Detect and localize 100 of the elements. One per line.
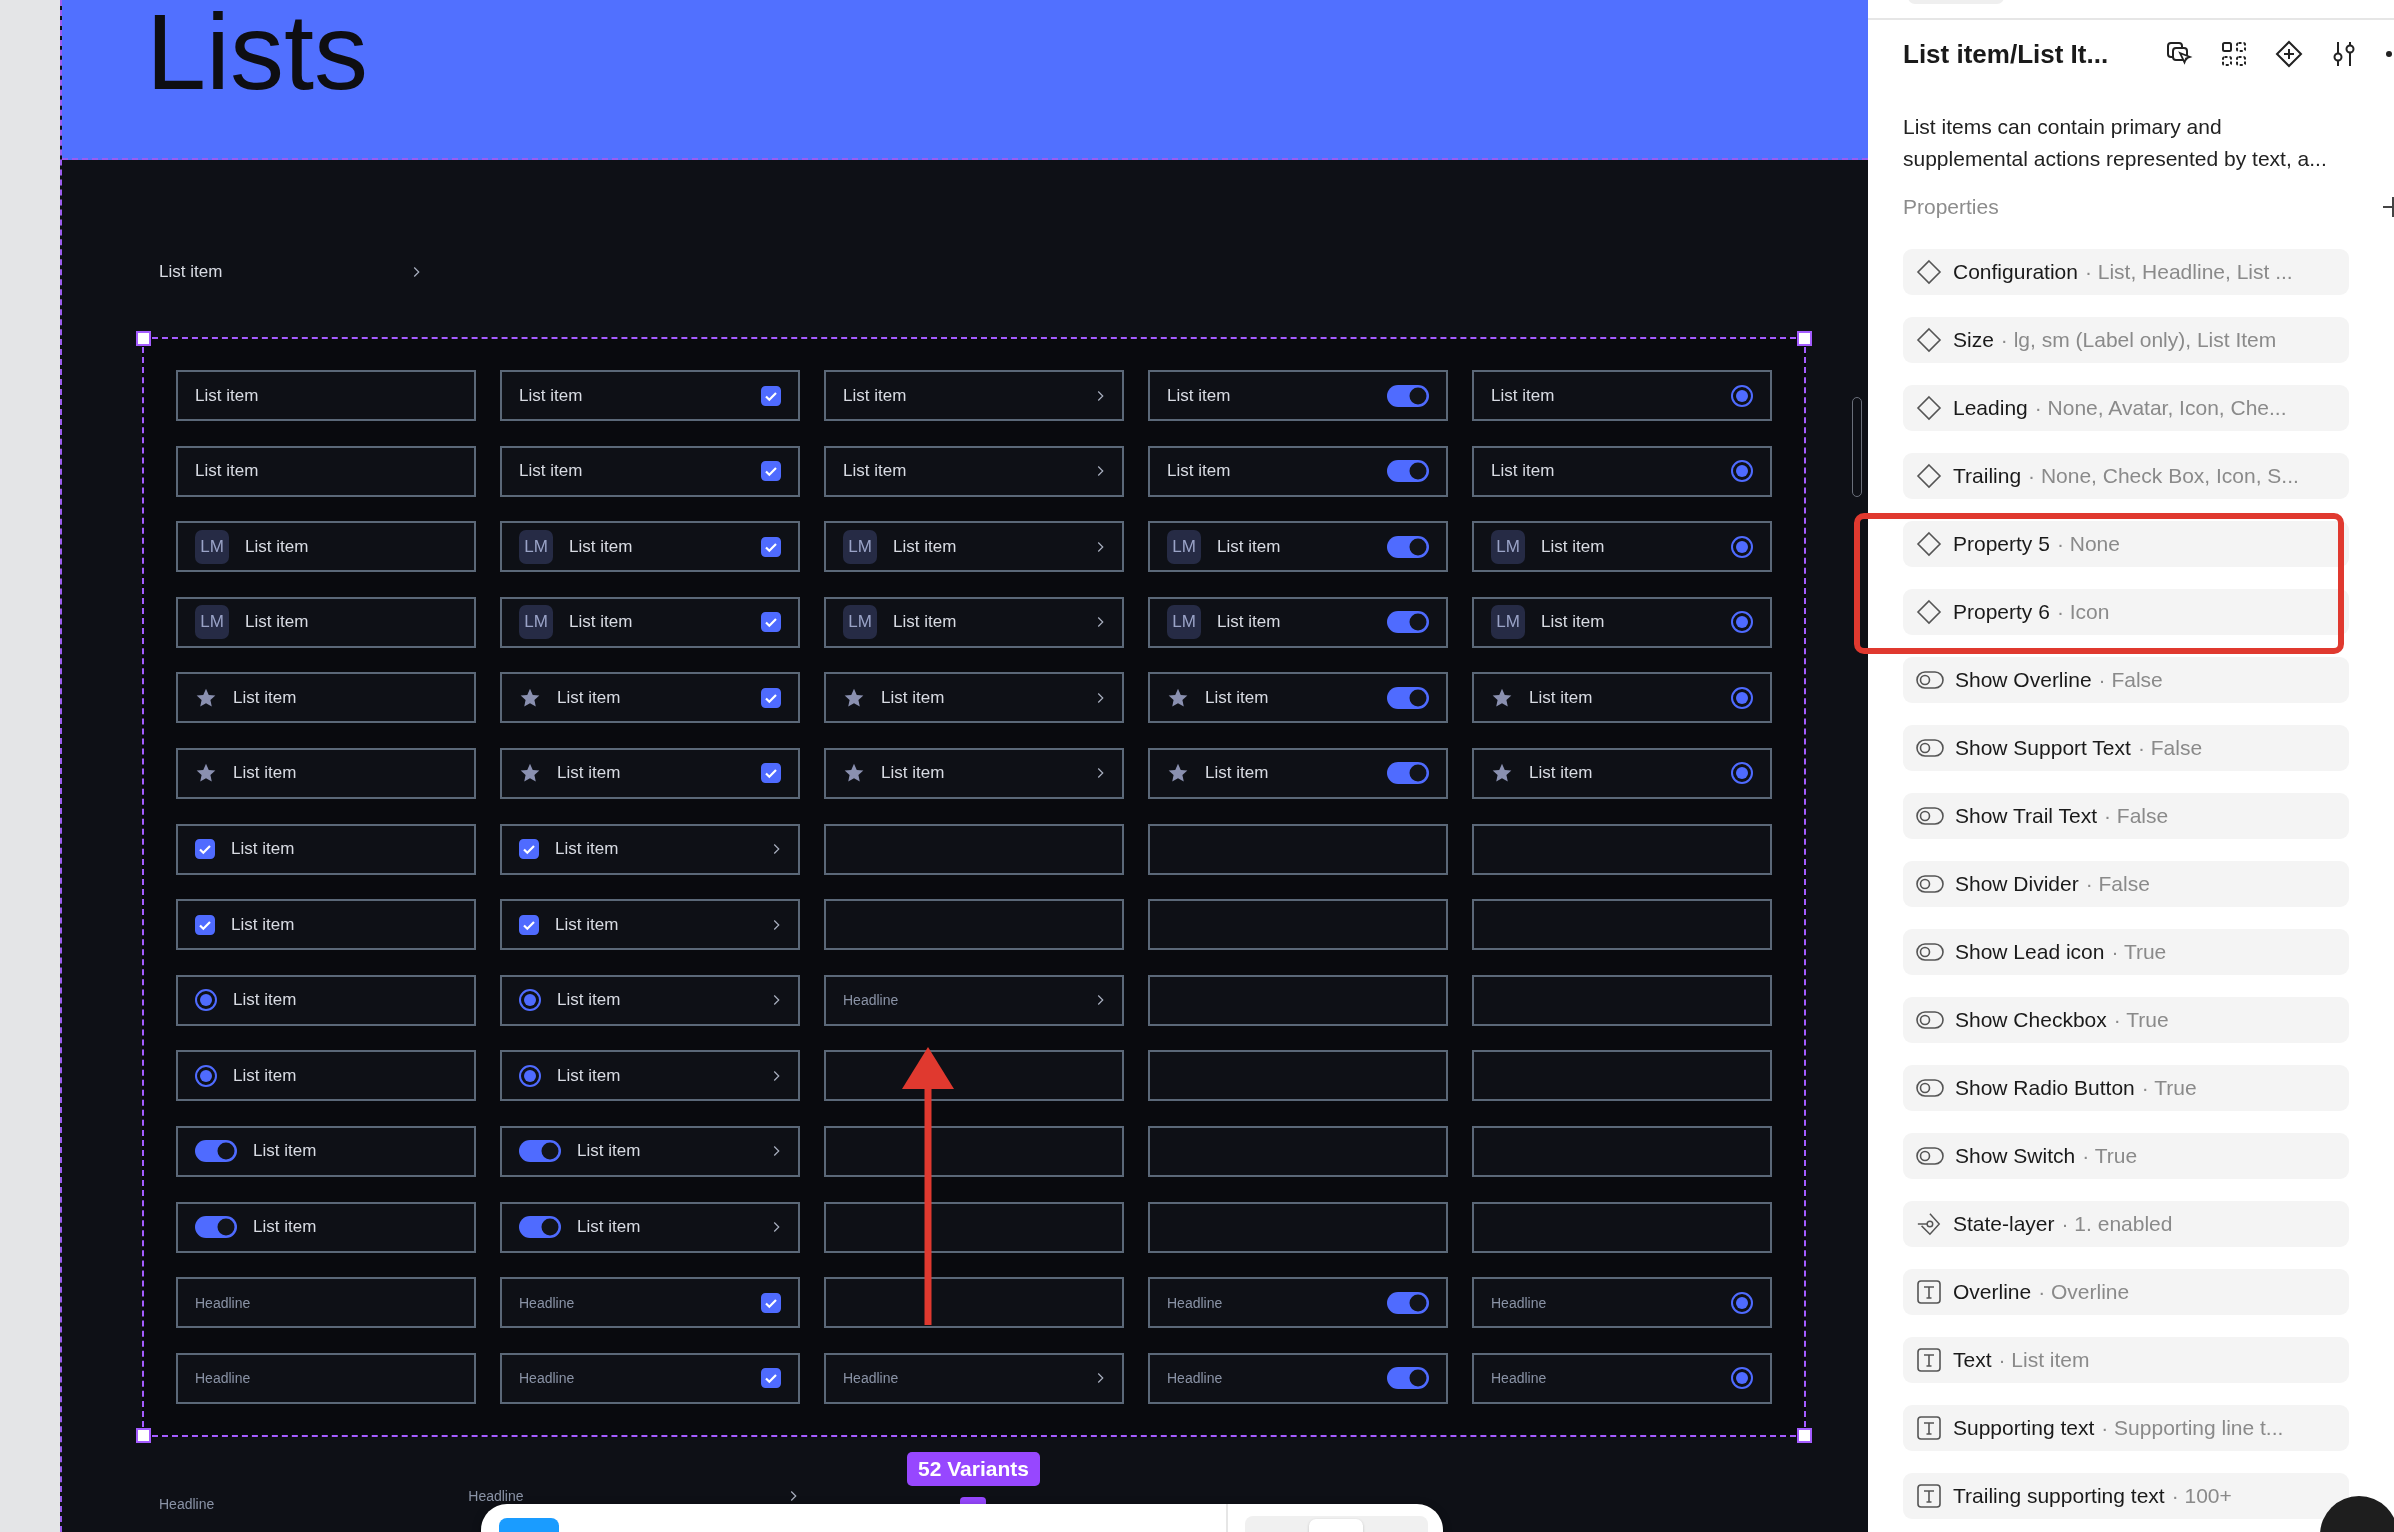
property-value: · True <box>2113 1008 2169 1032</box>
list-item-label: List item <box>843 461 907 482</box>
property-row[interactable]: Size · lg, sm (Label only), List Item <box>1903 317 2349 363</box>
property-row[interactable]: Show Radio Button · True <box>1903 1065 2349 1111</box>
list-item-label: List item <box>231 914 295 935</box>
property-name: Property 5 <box>1953 532 2050 556</box>
list-item-label: List item <box>245 612 309 633</box>
property-value: · None, Avatar, Icon, Che... <box>2034 396 2287 420</box>
list-item-label: List item <box>1529 687 1593 708</box>
list-item-label: List item <box>577 1141 641 1162</box>
list-item-label: List item <box>519 461 583 482</box>
avatar: LM <box>1167 529 1201 564</box>
component-title: List item/List It... <box>1903 38 2110 70</box>
list-item-label: List item <box>159 262 223 282</box>
list-item-label: List item <box>245 536 309 557</box>
avatar: LM <box>1491 529 1525 564</box>
property-row[interactable]: Trailing · None, Check Box, Icon, S... <box>1903 453 2349 499</box>
list-item-label: List item <box>577 1217 641 1238</box>
avatar: LM <box>519 605 553 640</box>
property-row[interactable]: Supporting text · Supporting line t... <box>1903 1405 2349 1451</box>
list-item-label: Headline <box>1491 1294 1547 1311</box>
property-row[interactable]: Leading · None, Avatar, Icon, Che... <box>1903 385 2349 431</box>
list-item-label: Headline <box>519 1294 575 1311</box>
list-item-label: Headline <box>159 1496 215 1512</box>
page-title: Lists <box>146 2 369 102</box>
list-item-label: List item <box>1491 461 1555 482</box>
property-row[interactable]: Property 6 · Icon <box>1903 589 2349 635</box>
list-item-label: List item <box>881 687 945 708</box>
list-item-label: List item <box>233 990 297 1011</box>
avatar: LM <box>843 529 877 564</box>
property-name: Show Switch <box>1955 1144 2076 1168</box>
property-value: · 100+ <box>2171 1484 2232 1508</box>
property-name: Property 6 <box>1953 600 2050 624</box>
property-row[interactable]: State-layer · 1. enabled <box>1903 1201 2349 1247</box>
list-item-label: List item <box>253 1217 317 1238</box>
list-item-label: List item <box>233 763 297 784</box>
property-row[interactable]: Show Support Text · False <box>1903 725 2349 771</box>
property-name: Leading <box>1953 396 2028 420</box>
property-row[interactable]: Show Divider · False <box>1903 861 2349 907</box>
list-item-label: List item <box>1217 536 1281 557</box>
property-value: · List, Headline, List ... <box>2084 260 2293 284</box>
property-name: Show Radio Button <box>1955 1076 2135 1100</box>
property-row[interactable]: Property 5 · None <box>1903 521 2349 567</box>
list-item-label: List item <box>233 1065 297 1086</box>
list-item-label: Headline <box>843 992 899 1009</box>
list-item-label: List item <box>555 839 619 860</box>
list-item-label: List item <box>569 612 633 633</box>
list-item-label: List item <box>1167 385 1231 406</box>
property-row[interactable]: Show Trail Text · False <box>1903 793 2349 839</box>
property-name: Show Divider <box>1955 872 2079 896</box>
property-name: Trailing <box>1953 464 2022 488</box>
property-name: Show Support Text <box>1955 736 2131 760</box>
property-row[interactable]: Overline · Overline <box>1903 1269 2349 1315</box>
property-value: · Icon <box>2056 600 2110 624</box>
list-item-label: Headline <box>468 1488 524 1504</box>
list-item-label: List item <box>881 763 945 784</box>
property-row[interactable]: Text · List item <box>1903 1337 2349 1383</box>
list-item-label: List item <box>195 461 259 482</box>
property-row[interactable]: Show Checkbox · True <box>1903 997 2349 1043</box>
property-row[interactable]: Trailing supporting text · 100+ <box>1903 1473 2349 1519</box>
property-row[interactable]: Show Lead icon · True <box>1903 929 2349 975</box>
list-item-label: List item <box>1205 763 1269 784</box>
property-value: · True <box>2082 1144 2138 1168</box>
list-item-label: List item <box>557 1065 621 1086</box>
property-value: · None <box>2056 532 2120 556</box>
property-value: · None, Check Box, Icon, S... <box>2028 464 2299 488</box>
list-item-label: List item <box>569 536 633 557</box>
list-item-label: List item <box>1217 612 1281 633</box>
list-item-label: List item <box>843 385 907 406</box>
property-value: · lg, sm (Label only), List Item <box>2000 328 2277 352</box>
list-item-label: List item <box>893 612 957 633</box>
property-value: · 1. enabled <box>2061 1212 2173 1236</box>
property-name: Configuration <box>1953 260 2078 284</box>
property-name: Show Lead icon <box>1955 940 2105 964</box>
avatar: LM <box>519 529 553 564</box>
property-value: · Supporting line t... <box>2101 1416 2284 1440</box>
property-row[interactable]: Show Overline · False <box>1903 657 2349 703</box>
list-item-label: List item <box>233 687 297 708</box>
property-row[interactable]: Show Switch · True <box>1903 1133 2349 1179</box>
variants-badge: 52 Variants <box>907 1452 1040 1486</box>
property-value: · False <box>2085 872 2150 896</box>
property-value: · False <box>2098 668 2163 692</box>
list-item-label: List item <box>195 385 259 406</box>
list-item-label: Headline <box>1491 1370 1547 1387</box>
list-item-label: List item <box>1541 536 1605 557</box>
list-item-label: List item <box>557 990 621 1011</box>
list-item-label: Headline <box>1167 1370 1223 1387</box>
list-item-label: List item <box>231 839 295 860</box>
avatar: LM <box>195 529 229 564</box>
list-item-label: Headline <box>519 1370 575 1387</box>
component-description: List items can contain primary and supplemental actions represented by text, a... <box>1903 114 2328 172</box>
property-name: Show Checkbox <box>1955 1008 2107 1032</box>
property-name: Overline <box>1953 1280 2032 1304</box>
list-item-label: List item <box>1167 461 1231 482</box>
list-item-label: Headline <box>195 1370 251 1387</box>
section-title: Properties <box>1903 195 1999 219</box>
property-row[interactable]: Configuration · List, Headline, List ... <box>1903 249 2349 295</box>
list-item-label: List item <box>557 687 621 708</box>
avatar: LM <box>843 605 877 640</box>
property-value: · List item <box>1998 1348 2090 1372</box>
